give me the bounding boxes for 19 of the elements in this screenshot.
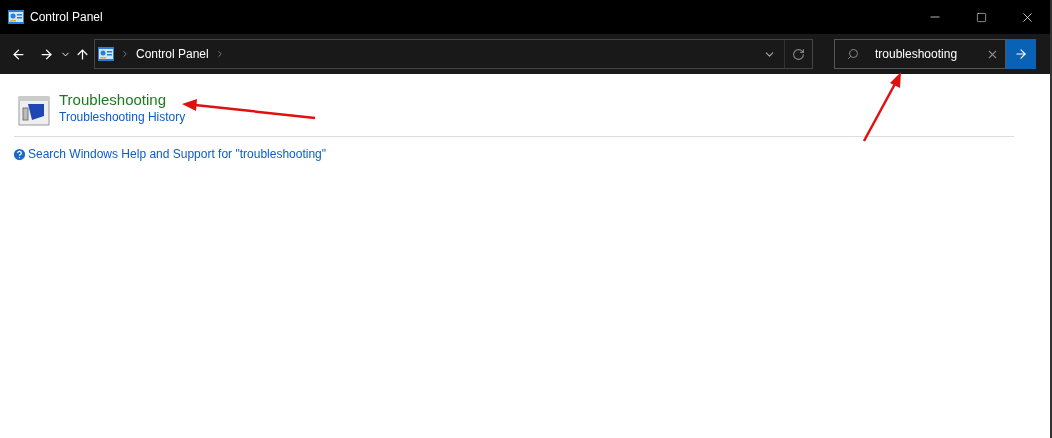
- chevron-icon: [120, 49, 130, 59]
- app-icon: [8, 10, 24, 24]
- category-title[interactable]: Troubleshooting: [59, 90, 186, 110]
- up-button[interactable]: [74, 46, 90, 62]
- search-icon: [847, 48, 859, 60]
- search-go-button[interactable]: [1006, 39, 1036, 69]
- control-panel-icon: [98, 47, 114, 61]
- refresh-icon: [792, 47, 805, 61]
- annotation-arrow: [862, 72, 901, 142]
- maximize-icon: [975, 11, 987, 23]
- address-bar[interactable]: Control Panel: [94, 39, 813, 69]
- help-icon: [12, 146, 27, 162]
- help-link[interactable]: Search Windows Help and Support for "troubleshooting": [28, 145, 327, 163]
- search-field[interactable]: troubleshooting: [834, 39, 1006, 69]
- troubleshooting-icon: [18, 96, 50, 126]
- task-link[interactable]: Troubleshooting History: [59, 110, 186, 125]
- forward-arrow-icon: [38, 46, 54, 62]
- window-title: Control Panel: [30, 9, 103, 26]
- breadcrumb[interactable]: Control Panel: [136, 45, 209, 63]
